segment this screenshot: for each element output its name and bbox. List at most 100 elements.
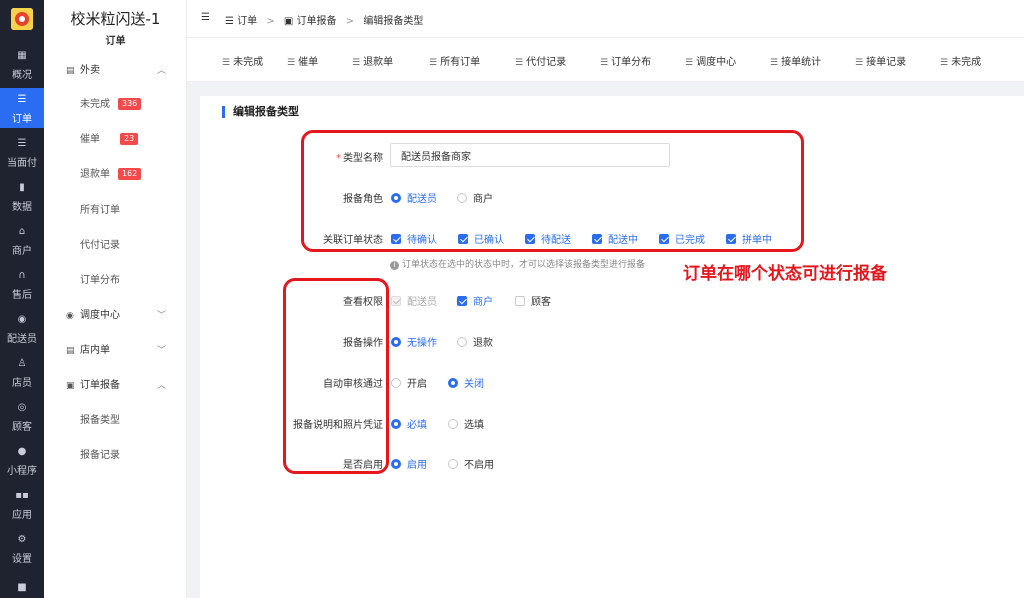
list-icon: ☰ — [515, 58, 524, 68]
grid-icon: ▦ — [17, 50, 27, 61]
tab-order-records[interactable]: ☰ 接单记录 — [855, 53, 906, 68]
rail-item-staff[interactable]: ♙ 店员 — [0, 352, 44, 392]
op-none-radio[interactable]: 无操作 — [391, 334, 437, 349]
view-customer-checkbox[interactable]: 顾客 — [515, 293, 551, 308]
rail-item-aftersale[interactable]: ∩ 售后 — [0, 264, 44, 304]
list-icon: ☰ — [17, 138, 27, 149]
collapse-menu-icon[interactable]: ☰ — [201, 12, 210, 23]
count-badge: 336 — [118, 98, 142, 110]
sidebar-group-dispatch[interactable]: ◉ 调度中心 ﹀ — [66, 307, 176, 325]
sidebar-item-report-record[interactable]: 报备记录 — [80, 447, 120, 465]
app-logo — [11, 8, 33, 30]
chevron-down-icon: ﹀ — [156, 311, 166, 321]
document-icon: ▤ — [66, 66, 75, 76]
list-icon: ☰ — [685, 58, 694, 68]
info-icon: i — [390, 261, 399, 270]
annotation-text: 订单在哪个状态可进行报备 — [683, 264, 887, 284]
tab-paid-records[interactable]: ☰ 代付记录 — [515, 53, 566, 68]
tab-all-orders[interactable]: ☰ 所有订单 — [429, 53, 480, 68]
list-icon: ☰ — [17, 94, 27, 105]
sidebar-subtitle: 订单 — [105, 36, 126, 47]
list-icon: ☰ — [287, 58, 296, 68]
rail-item-apps[interactable]: ▪▪ 应用 — [0, 484, 44, 524]
chevron-down-icon: ﹀ — [156, 346, 166, 356]
list-icon: ☰ — [429, 58, 438, 68]
sidebar-group-report[interactable]: ▣ 订单报备 ︿ — [66, 377, 176, 395]
tab-urge[interactable]: ☰ 催单 — [287, 53, 318, 68]
breadcrumb-report[interactable]: 订单报备 — [297, 16, 337, 27]
bar-chart-icon: ▮ — [19, 182, 25, 193]
rail-item-merchant[interactable]: ⌂ 商户 — [0, 220, 44, 260]
sidebar-item-paid-records[interactable]: 代付记录 — [80, 237, 120, 255]
annotation-box-left — [283, 278, 389, 474]
sidebar-item-unfinished[interactable]: 未完成 336 — [80, 96, 142, 114]
sidebar-item-urge[interactable]: 催单 23 — [80, 131, 139, 149]
enable-on-radio[interactable]: 启用 — [391, 456, 427, 471]
enable-off-radio[interactable]: 不启用 — [448, 456, 494, 471]
breadcrumb-separator: > — [345, 16, 355, 27]
status-hint: i 订单状态在选中的状态中时，才可以选择该报备类型进行报备 — [390, 257, 645, 270]
breadcrumb-current: 编辑报备类型 — [363, 16, 424, 27]
users-icon: ♙ — [17, 358, 27, 369]
rail-item-lock[interactable]: ■ — [0, 576, 44, 598]
report-icon: ▣ — [283, 16, 294, 27]
list-icon: ☰ — [225, 16, 234, 27]
lock-icon: ■ — [17, 582, 27, 593]
sidebar-item-all-orders[interactable]: 所有订单 — [80, 202, 120, 220]
tab-unfinished-2[interactable]: ☰ 未完成 — [940, 53, 981, 68]
list-icon: ☰ — [855, 58, 864, 68]
chevron-up-icon: ︿ — [156, 66, 166, 76]
view-courier-checkbox: 配送员 — [391, 293, 437, 308]
sidebar-item-refund[interactable]: 退款单 162 — [80, 166, 142, 184]
tab-order-stats[interactable]: ☰ 接单统计 — [770, 53, 821, 68]
order-tabs: ☰ 未完成 ☰ 催单 ☰ 退款单 ☰ 所有订单 ☰ 代付记录 ☰ 订单分布 ☰ 调度中心 ☰ 接… — [187, 38, 1024, 82]
location-icon: ◉ — [66, 311, 74, 321]
rail-item-orders[interactable]: ☰ 订单 — [0, 88, 44, 128]
tab-distribution[interactable]: ☰ 订单分布 — [600, 53, 651, 68]
user-circle-icon: ◎ — [17, 402, 27, 413]
sidebar-item-distribution[interactable]: 订单分布 — [80, 272, 120, 290]
count-badge: 162 — [118, 168, 142, 180]
list-icon: ☰ — [222, 58, 231, 68]
rail-item-settings[interactable]: ⚙ 设置 — [0, 528, 44, 568]
document-icon: ▤ — [66, 346, 75, 356]
rail-item-courier[interactable]: ◉ 配送员 — [0, 308, 44, 348]
list-icon: ☰ — [600, 58, 609, 68]
breadcrumb-orders[interactable]: 订单 — [237, 16, 257, 27]
report-icon: ▣ — [66, 381, 75, 391]
list-icon: ☰ — [940, 58, 949, 68]
breadcrumb-separator: > — [266, 16, 275, 27]
desc-optional-radio[interactable]: 选填 — [448, 416, 484, 431]
rail-item-facepay[interactable]: ☰ 当面付 — [0, 132, 44, 172]
tab-unfinished[interactable]: ☰ 未完成 — [222, 53, 263, 68]
desc-required-radio[interactable]: 必填 — [391, 416, 427, 431]
audit-on-radio[interactable]: 开启 — [391, 375, 427, 390]
sidebar-item-report-type[interactable]: 报备类型 — [80, 412, 120, 430]
sidebar-title: 校米粒闪送-1 — [70, 10, 161, 28]
tab-refund[interactable]: ☰ 退款单 — [352, 53, 393, 68]
card-title: 编辑报备类型 — [222, 106, 299, 118]
view-merchant-checkbox[interactable]: 商户 — [457, 293, 493, 308]
rail-item-miniprogram[interactable]: ● 小程序 — [0, 440, 44, 480]
settings-icon: ⚙ — [17, 534, 27, 545]
apps-icon: ▪▪ — [15, 490, 29, 501]
rail-item-overview[interactable]: ▦ 概况 — [0, 44, 44, 84]
tab-dispatch[interactable]: ☰ 调度中心 — [685, 53, 736, 68]
rail-item-data[interactable]: ▮ 数据 — [0, 176, 44, 216]
sidebar-group-instore[interactable]: ▤ 店内单 ﹀ — [66, 342, 176, 360]
annotation-box-top — [301, 130, 804, 252]
sidebar-group-takeout[interactable]: ▤ 外卖 ︿ — [66, 62, 176, 80]
list-icon: ☰ — [770, 58, 779, 68]
app-rail: ▦ 概况 ☰ 订单 ☰ 当面付 ▮ 数据 ⌂ 商户 ∩ 售后 ◉ 配送员 ♙ 店员 ◎ 顾客 ● 小… — [0, 0, 44, 598]
wechat-icon: ● — [17, 446, 27, 457]
scooter-icon: ◉ — [17, 314, 27, 325]
top-header: ☰ ☰ 订单 > ▣ 订单报备 > 编辑报备类型 — [187, 0, 1024, 38]
op-refund-radio[interactable]: 退款 — [457, 334, 493, 349]
headset-icon: ∩ — [18, 270, 26, 281]
breadcrumb: ☰ 订单 > ▣ 订单报备 > 编辑报备类型 — [225, 12, 423, 27]
store-icon: ⌂ — [18, 226, 26, 237]
audit-off-radio[interactable]: 关闭 — [448, 375, 484, 390]
rail-item-customer[interactable]: ◎ 顾客 — [0, 396, 44, 436]
chevron-up-icon: ︿ — [156, 381, 166, 391]
sidebar: 校米粒闪送-1 订单 ▤ 外卖 ︿ 未完成 336 催单 23 退款单 162 所有订单 … — [44, 0, 187, 598]
